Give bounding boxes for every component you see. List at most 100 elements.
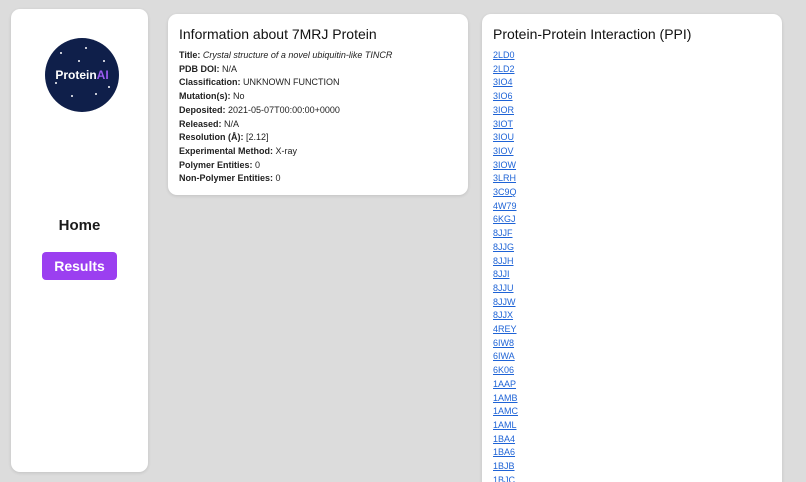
ppi-list-item: 1AML bbox=[493, 419, 771, 433]
ppi-link[interactable]: 1BA4 bbox=[493, 434, 515, 444]
logo-text-main: Protein bbox=[55, 68, 97, 82]
info-row-value: UNKNOWN FUNCTION bbox=[243, 77, 340, 88]
ppi-link[interactable]: 3IOV bbox=[493, 146, 514, 156]
ppi-link[interactable]: 2LD2 bbox=[493, 64, 515, 74]
ppi-list-item: 6IW8 bbox=[493, 337, 771, 351]
info-row: Experimental Method: X-ray bbox=[179, 145, 457, 159]
info-row-label: Classification: bbox=[179, 77, 241, 88]
ppi-list-item: 3IOR bbox=[493, 104, 771, 118]
ppi-link[interactable]: 8JJW bbox=[493, 297, 516, 307]
ppi-list-item: 1BJC bbox=[493, 474, 771, 482]
ppi-link[interactable]: 3IOR bbox=[493, 105, 514, 115]
logo-star-dot bbox=[108, 86, 110, 88]
ppi-link[interactable]: 1AAP bbox=[493, 379, 516, 389]
logo-star-dot bbox=[95, 93, 97, 95]
ppi-link[interactable]: 1AMB bbox=[493, 393, 518, 403]
ppi-link[interactable]: 3C9Q bbox=[493, 187, 517, 197]
info-row-label: Mutation(s): bbox=[179, 91, 231, 102]
ppi-list-item: 4W79 bbox=[493, 200, 771, 214]
ppi-link[interactable]: 1BJC bbox=[493, 475, 515, 482]
logo-text: ProteinAI bbox=[45, 68, 119, 82]
info-row-value: N/A bbox=[224, 118, 240, 129]
ppi-list-item: 8JJF bbox=[493, 227, 771, 241]
ppi-list-item: 1AAP bbox=[493, 378, 771, 392]
info-row: Title: Crystal structure of a novel ubiq… bbox=[179, 49, 457, 63]
ppi-link-list: 2LD0 2LD2 3IO4 3IO6 3IOR 3IOT 3IOU 3IOV 3IOW 3LRH… bbox=[493, 49, 771, 482]
info-row-value: No bbox=[233, 91, 245, 102]
info-row: Polymer Entities: 0 bbox=[179, 159, 457, 173]
info-row-value: N/A bbox=[222, 63, 238, 74]
protein-ai-logo[interactable]: ProteinAI bbox=[45, 38, 119, 112]
ppi-list-item: 1BA4 bbox=[493, 433, 771, 447]
logo-star-dot bbox=[78, 60, 80, 62]
ppi-list-item: 8JJI bbox=[493, 268, 771, 282]
ppi-list-item: 6K06 bbox=[493, 364, 771, 378]
ppi-link[interactable]: 8JJI bbox=[493, 269, 510, 279]
page: ProteinAI Home Results Information about… bbox=[0, 0, 806, 482]
info-row-label: Released: bbox=[179, 118, 222, 129]
ppi-link[interactable]: 1AMC bbox=[493, 406, 518, 416]
ppi-list-item: 3IOV bbox=[493, 145, 771, 159]
info-row-label: Resolution (Å): bbox=[179, 132, 244, 143]
info-row-value: [2.12] bbox=[246, 132, 269, 143]
ppi-link[interactable]: 8JJG bbox=[493, 242, 514, 252]
ppi-link[interactable]: 8JJU bbox=[493, 283, 514, 293]
ppi-link[interactable]: 3IOT bbox=[493, 119, 513, 129]
ppi-list-item: 3IOW bbox=[493, 159, 771, 173]
sidebar: ProteinAI Home Results bbox=[11, 9, 148, 472]
ppi-list-item: 2LD2 bbox=[493, 63, 771, 77]
ppi-link[interactable]: 3LRH bbox=[493, 173, 516, 183]
info-row-value: Crystal structure of a novel ubiquitin-l… bbox=[202, 50, 393, 60]
protein-info-rows: Title: Crystal structure of a novel ubiq… bbox=[179, 49, 457, 186]
info-row: Resolution (Å): [2.12] bbox=[179, 131, 457, 145]
ppi-list-item: 8JJW bbox=[493, 296, 771, 310]
ppi-link[interactable]: 3IO4 bbox=[493, 77, 513, 87]
logo-star-dot bbox=[71, 95, 73, 97]
ppi-list-item: 2LD0 bbox=[493, 49, 771, 63]
ppi-list-item: 8JJH bbox=[493, 255, 771, 269]
info-row-label: Deposited: bbox=[179, 104, 226, 115]
ppi-list-item: 6KGJ bbox=[493, 213, 771, 227]
ppi-list-item: 3IO4 bbox=[493, 76, 771, 90]
ppi-list-item: 3IOT bbox=[493, 118, 771, 132]
ppi-link[interactable]: 6K06 bbox=[493, 365, 514, 375]
ppi-link[interactable]: 1BJB bbox=[493, 461, 515, 471]
ppi-list-item: 4REY bbox=[493, 323, 771, 337]
ppi-link[interactable]: 1BA6 bbox=[493, 447, 515, 457]
ppi-link[interactable]: 2LD0 bbox=[493, 50, 515, 60]
ppi-list-item: 1BA6 bbox=[493, 446, 771, 460]
ppi-link[interactable]: 6KGJ bbox=[493, 214, 516, 224]
ppi-link[interactable]: 4REY bbox=[493, 324, 517, 334]
ppi-link[interactable]: 8JJF bbox=[493, 228, 513, 238]
ppi-link[interactable]: 6IW8 bbox=[493, 338, 514, 348]
ppi-list-item: 1AMC bbox=[493, 405, 771, 419]
info-row-label: Experimental Method: bbox=[179, 145, 274, 156]
ppi-link[interactable]: 3IOU bbox=[493, 132, 514, 142]
ppi-list-item: 3C9Q bbox=[493, 186, 771, 200]
ppi-list-item: 8JJU bbox=[493, 282, 771, 296]
ppi-list-item: 8JJG bbox=[493, 241, 771, 255]
ppi-link[interactable]: 3IOW bbox=[493, 160, 516, 170]
logo-star-dot bbox=[103, 60, 105, 62]
ppi-card: Protein-Protein Interaction (PPI) 2LD0 2L… bbox=[482, 14, 782, 482]
info-row-value: 0 bbox=[255, 159, 261, 170]
ppi-link[interactable]: 4W79 bbox=[493, 201, 517, 211]
ppi-title: Protein-Protein Interaction (PPI) bbox=[493, 26, 692, 42]
logo-text-accent: AI bbox=[96, 68, 109, 82]
ppi-link[interactable]: 8JJH bbox=[493, 256, 514, 266]
logo-star-dot bbox=[85, 47, 87, 49]
ppi-list-item: 3IO6 bbox=[493, 90, 771, 104]
logo-star-dot bbox=[60, 52, 62, 54]
protein-info-card: Information about 7MRJ Protein Title: Cr… bbox=[168, 14, 468, 195]
ppi-link[interactable]: 6IWA bbox=[493, 351, 515, 361]
ppi-link[interactable]: 8JJX bbox=[493, 310, 513, 320]
info-row-label: Title: bbox=[179, 50, 201, 60]
ppi-link[interactable]: 3IO6 bbox=[493, 91, 513, 101]
ppi-list-item: 8JJX bbox=[493, 309, 771, 323]
ppi-list-item: 3LRH bbox=[493, 172, 771, 186]
ppi-link[interactable]: 1AML bbox=[493, 420, 517, 430]
info-row-label: Polymer Entities: bbox=[179, 159, 253, 170]
info-row: PDB DOI: N/A bbox=[179, 63, 457, 77]
nav-home-link[interactable]: Home bbox=[11, 217, 148, 234]
nav-results-button[interactable]: Results bbox=[42, 252, 117, 280]
